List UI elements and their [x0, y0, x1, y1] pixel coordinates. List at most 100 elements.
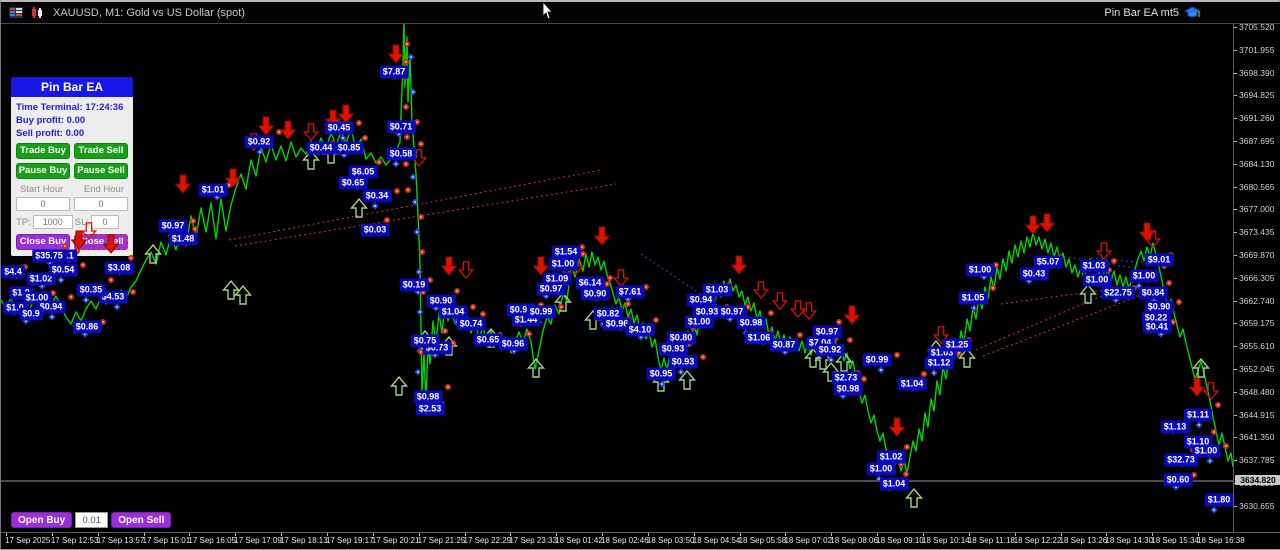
- time-axis-tick: 18 Sep 05:58: [738, 533, 787, 545]
- sell-trade-marker-icon: [497, 332, 503, 338]
- trade-profit-label: $1.00: [965, 263, 995, 277]
- sell-trade-marker-icon: [607, 275, 613, 281]
- buy-trade-marker-icon: [711, 290, 719, 298]
- trade-profit-label: $0.54: [48, 263, 78, 277]
- sell-trade-marker-icon: [439, 401, 445, 407]
- buy-trade-marker-icon: [371, 202, 379, 210]
- buy-trade-marker-icon: [411, 198, 419, 206]
- buy-trade-marker-icon: [936, 356, 944, 364]
- open-sell-button[interactable]: Open Sell: [111, 512, 172, 528]
- sell-signal-arrow-icon: [174, 174, 192, 194]
- time-axis-tick: 17 Sep 18:13: [280, 533, 328, 545]
- sell-trade-marker-icon: [356, 120, 362, 126]
- trade-profit-label: $1.54: [551, 245, 581, 259]
- expert-advisor-hat-icon[interactable]: [1184, 6, 1201, 20]
- sell-trade-marker-icon: [1211, 429, 1217, 435]
- chart-period-icon[interactable]: [9, 7, 23, 18]
- buy-trade-marker-icon: [414, 368, 422, 376]
- end-hour-label: End Hour: [83, 184, 124, 195]
- close-buy-button[interactable]: Close Buy: [16, 234, 70, 250]
- chart-area[interactable]: $4.4 $1.02 $0.54 $1.0 $1.00 $0.94 $1.0 $0.9 $4.5…: [1, 24, 1233, 532]
- price-axis-tick: 3680.565: [1234, 182, 1280, 192]
- price-axis-tick: 3684.130: [1234, 159, 1280, 169]
- time-axis-tick: 18 Sep 09:10: [876, 533, 924, 545]
- candlestick-chart-icon[interactable]: [31, 6, 45, 19]
- trade-buy-button[interactable]: Trade Buy: [16, 143, 70, 159]
- sell-trade-marker-icon: [956, 350, 962, 356]
- end-hour-input[interactable]: [74, 197, 128, 211]
- open-buy-button[interactable]: Open Buy: [11, 512, 73, 528]
- sell-signal-arrow-icon: [1095, 242, 1113, 261]
- mouse-cursor: [542, 2, 553, 20]
- trade-profit-label: $0.99: [506, 303, 536, 317]
- buy-signal-arrow-icon: [350, 197, 368, 218]
- buy-trade-marker-icon: [820, 346, 828, 354]
- sell-trade-marker-icon: [1170, 319, 1176, 325]
- buy-trade-marker-icon: [1094, 280, 1102, 288]
- sell-signal-arrow-icon: [1038, 213, 1056, 233]
- trade-profit-label: $1.03: [702, 283, 732, 297]
- pause-buy-button[interactable]: Pause Buy: [16, 163, 70, 179]
- trade-profit-label: $2.53: [415, 402, 445, 416]
- trade-profit-label: $0.97: [158, 219, 188, 233]
- sell-trade-marker-icon: [538, 302, 544, 308]
- trade-profit-label: $0.97: [536, 282, 566, 296]
- sl-input[interactable]: [91, 215, 120, 229]
- trade-profit-label: $0.58: [386, 147, 416, 161]
- sell-signal-arrow-icon: [279, 120, 297, 140]
- tp-input[interactable]: [32, 215, 73, 229]
- buy-signal-arrow-icon: [1192, 357, 1210, 378]
- trade-profit-label: $0.90: [426, 294, 456, 308]
- trade-profit-label: $0.41: [1142, 320, 1172, 334]
- buy-trade-marker-icon: [839, 392, 847, 400]
- sell-signal-arrow-icon: [245, 133, 263, 152]
- price-axis-tick: 3666.305: [1234, 273, 1280, 283]
- sell-trade-marker-icon: [966, 337, 972, 343]
- sell-trade-marker-icon: [797, 332, 803, 338]
- sell-trade-marker-icon: [745, 304, 751, 310]
- sell-trade-marker-icon: [480, 311, 486, 317]
- start-hour-input[interactable]: [16, 197, 70, 211]
- trade-profit-label: $0.03: [360, 223, 390, 237]
- buy-trade-marker-icon: [174, 239, 182, 247]
- sell-trade-marker-icon: [1176, 299, 1182, 305]
- buy-trade-marker-icon: [875, 475, 883, 483]
- price-axis-tick: 3637.785: [1234, 455, 1280, 465]
- lot-size-input[interactable]: [75, 512, 109, 528]
- sell-trade-marker-icon: [384, 217, 390, 223]
- buy-trade-marker-icon: [781, 348, 789, 356]
- buy-trade-marker-icon: [407, 53, 415, 61]
- trade-profit-label: $5.07: [1033, 255, 1063, 269]
- buy-trade-marker-icon: [46, 259, 54, 267]
- buy-signal-arrow-icon: [822, 361, 840, 382]
- buy-trade-marker-icon: [416, 308, 424, 316]
- buy-trade-marker-icon: [256, 148, 264, 156]
- sell-signal-arrow-icon: [1144, 230, 1162, 249]
- ea-badge-label: Pin Bar EA mt5: [1104, 7, 1179, 19]
- trade-profit-label: $0.22: [1141, 311, 1171, 325]
- buy-trade-marker-icon: [48, 313, 56, 321]
- buy-trade-marker-icon: [535, 318, 543, 326]
- buy-signal-arrow-icon: [958, 347, 976, 368]
- buy-trade-marker-icon: [360, 175, 368, 183]
- trade-profit-label: $6.05: [348, 165, 378, 179]
- trade-profit-label: $1.04: [879, 477, 909, 491]
- price-axis-tick: 3644.915: [1234, 410, 1280, 420]
- time-axis-tick: 17 Sep 16:05: [188, 533, 236, 545]
- price-axis-tick: 3659.175: [1234, 318, 1280, 328]
- sl-label: SL:: [74, 216, 90, 228]
- buy-signal-arrow-icon: [584, 309, 602, 330]
- sell-signal-arrow-icon: [932, 326, 950, 345]
- tp-label: TP:: [16, 216, 31, 228]
- time-axis[interactable]: 17 Sep 2025 17 Sep 12:53 17 Sep 13:57 17 Se…: [1, 532, 1280, 549]
- trade-profit-label: $1.05: [958, 291, 988, 305]
- sell-trade-marker-icon: [643, 284, 649, 290]
- pause-sell-button[interactable]: Pause Sell: [74, 163, 128, 179]
- close-sell-button[interactable]: Close Sell: [74, 234, 128, 250]
- trade-profit-label: $0.99: [526, 305, 556, 319]
- price-axis[interactable]: 3705.520 3701.955 3698.390 3694.825 3691.260…: [1233, 22, 1280, 532]
- buy-trade-marker-icon: [590, 289, 598, 297]
- sell-signal-arrow-icon: [337, 104, 355, 124]
- trade-sell-button[interactable]: Trade Sell: [74, 143, 128, 159]
- buy-trade-marker-icon: [416, 347, 424, 355]
